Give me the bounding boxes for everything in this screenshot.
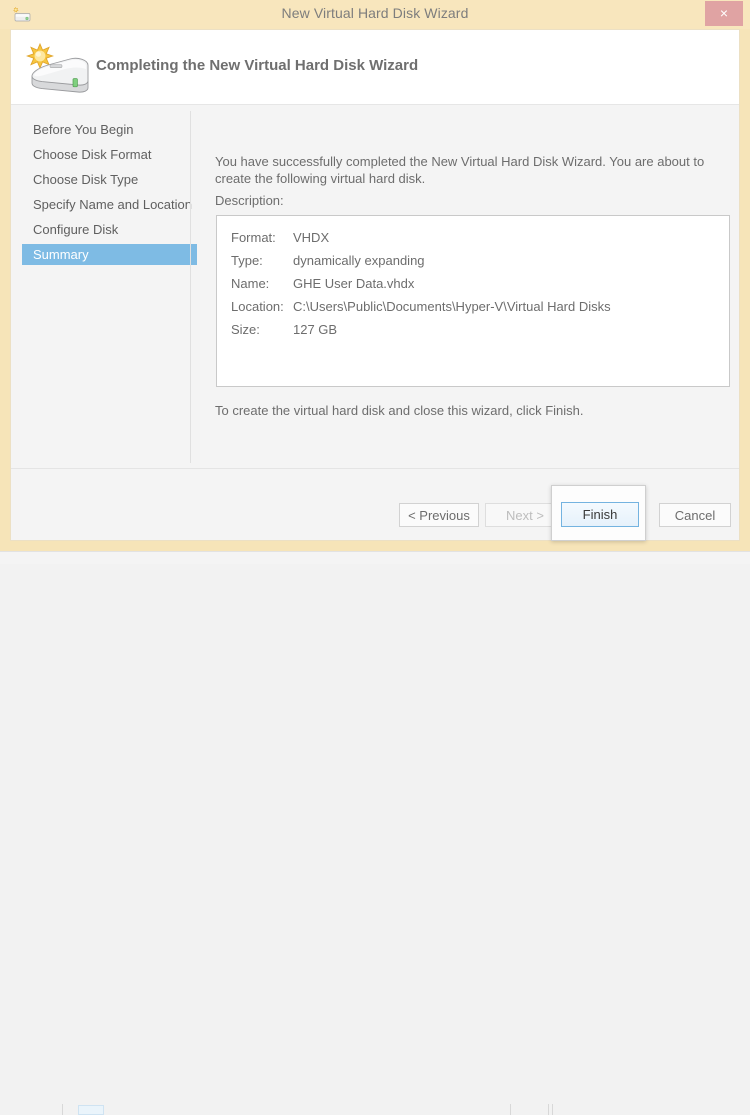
previous-button[interactable]: < Previous [399, 503, 479, 527]
taskbar-divider [510, 1104, 511, 1115]
window-title: New Virtual Hard Disk Wizard [0, 5, 750, 21]
description-key: Location: [231, 299, 293, 314]
taskbar-item[interactable] [78, 1105, 104, 1115]
outro-text: To create the virtual hard disk and clos… [215, 403, 584, 418]
description-value: VHDX [293, 230, 329, 245]
wizard-window: New Virtual Hard Disk Wizard × [0, 0, 750, 551]
description-value: C:\Users\Public\Documents\Hyper-V\Virtua… [293, 299, 611, 314]
intro-text: You have successfully completed the New … [215, 153, 710, 187]
description-box: Format:VHDX Type:dynamically expanding N… [216, 215, 730, 387]
sidebar-item-configure-disk[interactable]: Configure Disk [22, 219, 197, 240]
wizard-steps-sidebar: Before You Begin Choose Disk Format Choo… [11, 105, 189, 468]
description-row-name: Name:GHE User Data.vhdx [231, 276, 414, 291]
finish-button-highlight-panel: Finish [551, 485, 646, 541]
desktop-background: New Virtual Hard Disk Wizard × [0, 0, 750, 563]
cancel-button[interactable]: Cancel [659, 503, 731, 527]
description-value: GHE User Data.vhdx [293, 276, 414, 291]
wizard-content: You have successfully completed the New … [191, 105, 739, 468]
sidebar-item-choose-disk-format[interactable]: Choose Disk Format [22, 144, 197, 165]
taskbar-divider [552, 1104, 553, 1115]
sidebar-item-specify-name-and-location[interactable]: Specify Name and Location [22, 194, 197, 215]
page-title: Completing the New Virtual Hard Disk Wiz… [96, 57, 418, 74]
wizard-client-area: Completing the New Virtual Hard Disk Wiz… [10, 29, 740, 541]
sidebar-item-summary[interactable]: Summary [22, 244, 197, 265]
description-row-size: Size:127 GB [231, 322, 337, 337]
description-row-location: Location:C:\Users\Public\Documents\Hyper… [231, 299, 611, 314]
description-key: Type: [231, 253, 293, 268]
sidebar-item-choose-disk-type[interactable]: Choose Disk Type [22, 169, 197, 190]
taskbar-divider [548, 1104, 549, 1115]
description-key: Size: [231, 322, 293, 337]
wizard-body: Before You Begin Choose Disk Format Choo… [11, 105, 739, 468]
description-key: Name: [231, 276, 293, 291]
title-bar[interactable]: New Virtual Hard Disk Wizard × [0, 0, 750, 29]
description-value: 127 GB [293, 322, 337, 337]
description-key: Format: [231, 230, 293, 245]
sidebar-item-before-you-begin[interactable]: Before You Begin [22, 119, 197, 140]
description-row-type: Type:dynamically expanding [231, 253, 425, 268]
description-row-format: Format:VHDX [231, 230, 329, 245]
taskbar [0, 551, 750, 564]
description-label: Description: [215, 193, 284, 208]
description-value: dynamically expanding [293, 253, 425, 268]
taskbar-divider [62, 1104, 63, 1115]
new-hard-disk-icon [20, 42, 98, 94]
close-icon[interactable]: × [705, 1, 743, 26]
wizard-header: Completing the New Virtual Hard Disk Wiz… [11, 30, 739, 105]
finish-button[interactable]: Finish [561, 502, 639, 527]
